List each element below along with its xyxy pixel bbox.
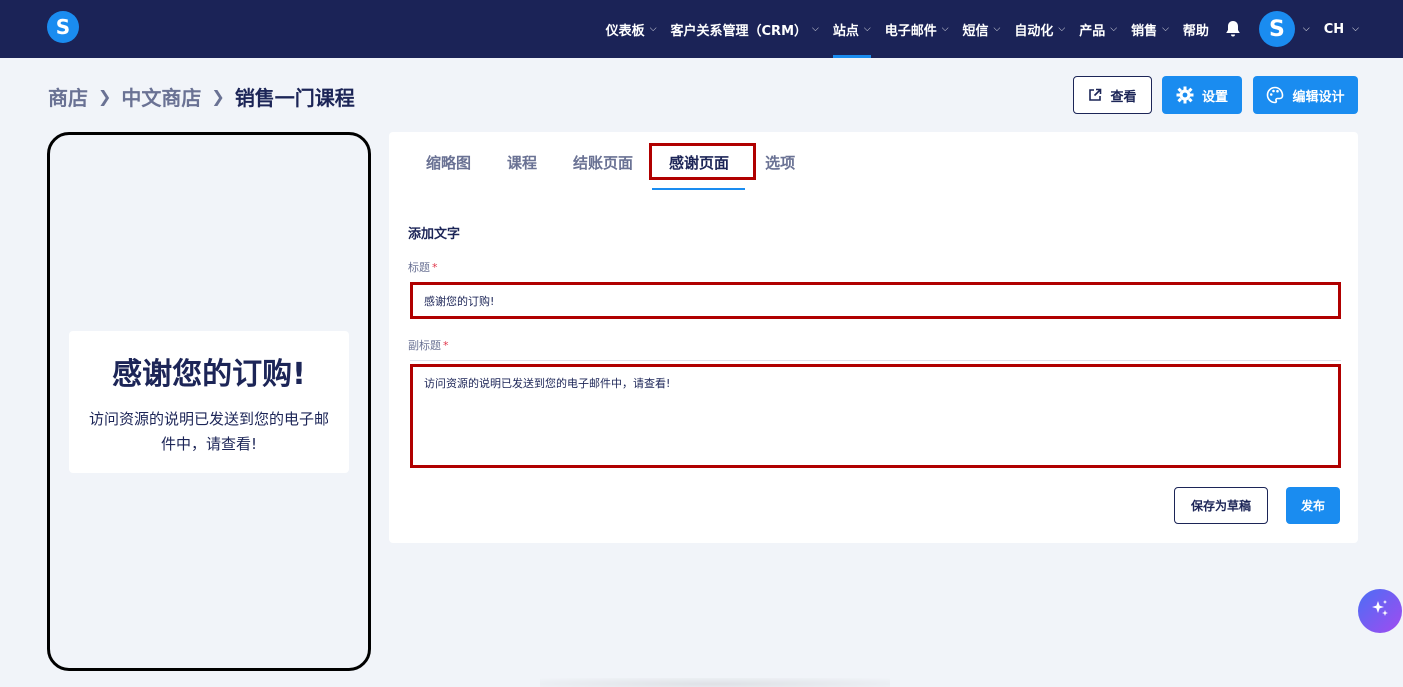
nav-item-label: 站点 — [832, 23, 859, 39]
bottom-shadow — [540, 678, 890, 687]
title-field-label: 标题 * — [408, 259, 438, 275]
title-input[interactable]: 感谢您的订购! — [410, 282, 1341, 319]
section-title: 添加文字 — [408, 227, 461, 242]
preview-title: 感谢您的订购! — [112, 357, 306, 392]
nav-item-label: 产品 — [1079, 23, 1106, 39]
chevron-down-icon[interactable]: ⌵ — [1352, 24, 1359, 34]
nav-item-automation[interactable]: 自动化 ⌵ — [1014, 0, 1065, 58]
nav-item-sites[interactable]: 站点 ⌵ — [832, 0, 871, 58]
nav-item-crm[interactable]: 客户关系管理（CRM） ⌵ — [671, 0, 819, 58]
nav-item-dashboard[interactable]: 仪表板 ⌵ — [606, 0, 657, 58]
view-button[interactable]: 查看 — [1073, 76, 1152, 114]
chevron-down-icon: ⌵ — [649, 24, 657, 34]
publish-button[interactable]: 发布 — [1286, 487, 1340, 524]
required-mark: * — [443, 339, 449, 352]
chevron-down-icon: ⌵ — [1058, 24, 1066, 34]
chevron-down-icon: ⌵ — [1162, 24, 1169, 34]
nav-item-help[interactable]: 帮助 — [1183, 0, 1209, 58]
avatar[interactable]: S — [1258, 11, 1295, 47]
nav-item-email[interactable]: 电子邮件 ⌵ — [885, 0, 949, 58]
tab-course[interactable]: 课程 — [507, 144, 537, 184]
breadcrumb-item-store[interactable]: 商店 — [48, 82, 88, 111]
app-logo[interactable]: S — [47, 11, 79, 43]
subtitle-field-label: 副标题 * — [408, 337, 449, 353]
subtitle-textarea[interactable]: 访问资源的说明已发送到您的电子邮件中，请查看! — [410, 364, 1341, 468]
mobile-preview-frame: 感谢您的订购! 访问资源的说明已发送到您的电子邮件中，请查看! — [47, 132, 371, 671]
nav-item-label: 自动化 — [1014, 23, 1054, 39]
nav-item-sms[interactable]: 短信 ⌵ — [963, 0, 1001, 58]
preview-subtitle: 访问资源的说明已发送到您的电子邮件中，请查看! — [89, 410, 330, 453]
edit-design-button[interactable]: 编辑设计 — [1253, 76, 1358, 114]
view-button-label: 查看 — [1110, 89, 1137, 105]
gear-icon — [1176, 86, 1194, 104]
chevron-down-icon: ⌵ — [812, 24, 819, 34]
tab-bar: 缩略图 课程 结账页面 感谢页面 选项 — [426, 144, 831, 190]
breadcrumb-item-chinese-store[interactable]: 中文商店 — [121, 82, 201, 111]
chevron-down-icon: ⌵ — [993, 24, 1001, 34]
nav-item-label: 帮助 — [1182, 23, 1209, 39]
chevron-right-icon: ❯ — [211, 87, 225, 106]
save-draft-button[interactable]: 保存为草稿 — [1174, 487, 1268, 524]
tab-checkout-page[interactable]: 结账页面 — [573, 144, 633, 184]
tab-thumbnail[interactable]: 缩略图 — [426, 144, 471, 184]
settings-button-label: 设置 — [1201, 89, 1228, 105]
thank-you-preview-card: 感谢您的订购! 访问资源的说明已发送到您的电子邮件中，请查看! — [69, 331, 349, 473]
main-nav: 仪表板 ⌵ 客户关系管理（CRM） ⌵ 站点 ⌵ 电子邮件 ⌵ 短信 ⌵ 自动化 ⌵ 产品 ⌵… — [592, 0, 1359, 58]
title-label-text: 标题 — [408, 261, 430, 274]
breadcrumb-item-current: 销售一门课程 — [234, 86, 355, 110]
sparkle-icon — [1369, 598, 1391, 624]
chevron-down-icon: ⌵ — [863, 24, 871, 34]
bell-icon[interactable] — [1223, 0, 1243, 58]
language-selector[interactable]: CH — [1324, 22, 1344, 37]
required-mark: * — [432, 261, 438, 274]
nav-item-sales[interactable]: 销售 ⌵ — [1131, 0, 1169, 58]
chevron-right-icon: ❯ — [98, 87, 112, 106]
edit-design-button-label: 编辑设计 — [1292, 89, 1345, 105]
ai-assistant-button[interactable] — [1358, 589, 1402, 633]
tab-thank-you-page[interactable]: 感谢页面 — [652, 144, 746, 190]
divider — [410, 360, 1341, 361]
palette-icon — [1266, 86, 1284, 104]
tab-options[interactable]: 选项 — [765, 144, 795, 184]
nav-item-label: 仪表板 — [605, 23, 645, 39]
nav-item-label: 客户关系管理（CRM） — [670, 23, 808, 39]
editor-panel: 缩略图 课程 结账页面 感谢页面 选项 添加文字 标题 * 感谢您的订购! 副标题… — [389, 132, 1358, 543]
breadcrumb: 商店 ❯ 中文商店 ❯ 销售一门课程 — [48, 82, 355, 111]
nav-item-products[interactable]: 产品 ⌵ — [1079, 0, 1117, 58]
top-nav-bar: S 仪表板 ⌵ 客户关系管理（CRM） ⌵ 站点 ⌵ 电子邮件 ⌵ 短信 ⌵ 自动化 ⌵ 产… — [0, 0, 1403, 58]
settings-button[interactable]: 设置 — [1162, 76, 1242, 114]
nav-item-label: 销售 — [1131, 23, 1158, 39]
chevron-down-icon[interactable]: ⌵ — [1303, 24, 1310, 34]
external-link-icon — [1088, 88, 1102, 102]
chevron-down-icon: ⌵ — [941, 24, 949, 34]
nav-item-label: 短信 — [962, 23, 989, 39]
nav-item-label: 电子邮件 — [884, 23, 937, 39]
subtitle-label-text: 副标题 — [408, 339, 441, 352]
chevron-down-icon: ⌵ — [1110, 24, 1118, 34]
